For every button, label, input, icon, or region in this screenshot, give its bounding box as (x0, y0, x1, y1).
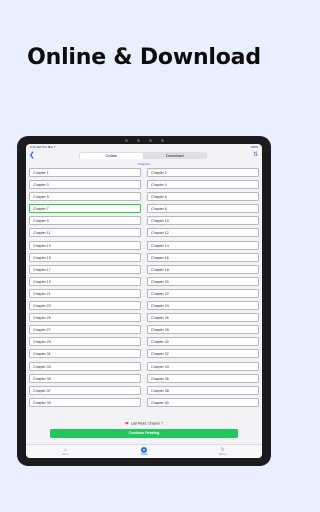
tab-bar: ⌂ Home ● Detail ↻ History (26, 444, 262, 458)
chapter-item[interactable]: Chapter 34 (147, 361, 259, 371)
chapter-item[interactable]: Chapter 5 (29, 192, 141, 202)
chapter-item[interactable]: Chapter 23 (29, 301, 141, 311)
chapter-item[interactable]: Chapter 30 (147, 337, 259, 347)
chapter-grid: Chapter 1 Chapter 2 Chapter 3 Chapter 4 Chap… (29, 168, 259, 407)
sort-icon[interactable]: ⇅ (252, 152, 259, 159)
chapter-item[interactable]: Chapter 36 (147, 373, 259, 383)
chapter-item[interactable]: Chapter 3 (29, 180, 141, 190)
chapter-item[interactable]: Chapter 4 (147, 180, 259, 190)
chapter-item[interactable]: Chapter 33 (29, 361, 141, 371)
tab-detail[interactable]: ● Detail (129, 446, 159, 457)
tablet-frame: 9:41 AM Thu Mar 7 100% ❮ Online Download… (17, 136, 271, 466)
tab-download[interactable]: Download (143, 153, 207, 159)
chapter-item[interactable]: Chapter 8 (147, 204, 259, 214)
chapter-item[interactable]: Chapter 15 (29, 252, 141, 262)
chapter-item[interactable]: Chapter 17 (29, 264, 141, 274)
chapter-item[interactable]: Chapter 7 (29, 204, 141, 214)
chapter-item[interactable]: Chapter 40 (147, 397, 259, 407)
nav-bar: ❮ Online Download ⇅ (26, 150, 262, 161)
chapter-item[interactable]: Chapter 37 (29, 385, 141, 395)
chapter-item[interactable]: Chapter 27 (29, 325, 141, 335)
chapter-item[interactable]: Chapter 31 (29, 349, 141, 359)
chapter-item[interactable]: Chapter 16 (147, 252, 259, 262)
chapter-item[interactable]: Chapter 28 (147, 325, 259, 335)
tab-history[interactable]: ↻ History (208, 447, 238, 457)
promo-headline: Online & Download (27, 45, 261, 70)
tab-home-label: Home (61, 453, 69, 457)
chapter-item[interactable]: Chapter 19 (29, 276, 141, 286)
chapter-item[interactable]: Chapter 1 (29, 168, 141, 177)
chapter-item[interactable]: Chapter 22 (147, 288, 259, 298)
chapter-item[interactable]: Chapter 18 (147, 264, 259, 274)
chapter-item[interactable]: Chapter 29 (29, 337, 141, 347)
chapter-item[interactable]: Chapter 11 (29, 228, 141, 238)
chapter-item[interactable]: Chapter 2 (147, 168, 259, 177)
tab-online[interactable]: Online (79, 152, 143, 159)
tab-detail-label: Detail (140, 453, 148, 457)
chapter-item[interactable]: Chapter 12 (147, 228, 259, 238)
chapter-item[interactable]: Chapter 6 (147, 192, 259, 202)
chapter-item[interactable]: Chapter 20 (147, 276, 259, 286)
status-battery: 100% (250, 145, 258, 149)
status-time: 9:41 AM Thu Mar 7 (30, 145, 56, 149)
book-icon: ● (140, 446, 147, 453)
heart-icon: ❤ (125, 421, 129, 426)
chapters-heading: Chapters (137, 162, 151, 166)
home-icon: ⌂ (63, 446, 67, 453)
chapter-item[interactable]: Chapter 10 (147, 216, 259, 226)
chapter-item[interactable]: Chapter 25 (29, 313, 141, 323)
last-read-label: Last Read: Chapter 7 (130, 421, 163, 426)
chevron-left-icon[interactable]: ❮ (29, 152, 37, 160)
camera-dots (17, 139, 271, 142)
source-segmented-control: Online Download (79, 152, 207, 159)
chapter-item[interactable]: Chapter 35 (29, 373, 141, 383)
app-screen: 9:41 AM Thu Mar 7 100% ❮ Online Download… (26, 144, 262, 458)
chapter-item[interactable]: Chapter 21 (29, 288, 141, 298)
tab-home[interactable]: ⌂ Home (50, 447, 80, 457)
chapter-item[interactable]: Chapter 9 (29, 216, 141, 226)
last-read-row: ❤ Last Read: Chapter 7 (26, 421, 262, 427)
tab-history-label: History (218, 453, 227, 457)
chapter-item[interactable]: Chapter 14 (147, 240, 259, 250)
chapter-item[interactable]: Chapter 38 (147, 385, 259, 395)
chapter-item[interactable]: Chapter 39 (29, 397, 141, 407)
continue-reading-button[interactable]: Continue Reading (50, 429, 238, 438)
chapter-item[interactable]: Chapter 26 (147, 313, 259, 323)
chapter-item[interactable]: Chapter 32 (147, 349, 259, 359)
chapter-item[interactable]: Chapter 24 (147, 301, 259, 311)
history-icon: ↻ (220, 446, 225, 453)
chapter-item[interactable]: Chapter 13 (29, 240, 141, 250)
